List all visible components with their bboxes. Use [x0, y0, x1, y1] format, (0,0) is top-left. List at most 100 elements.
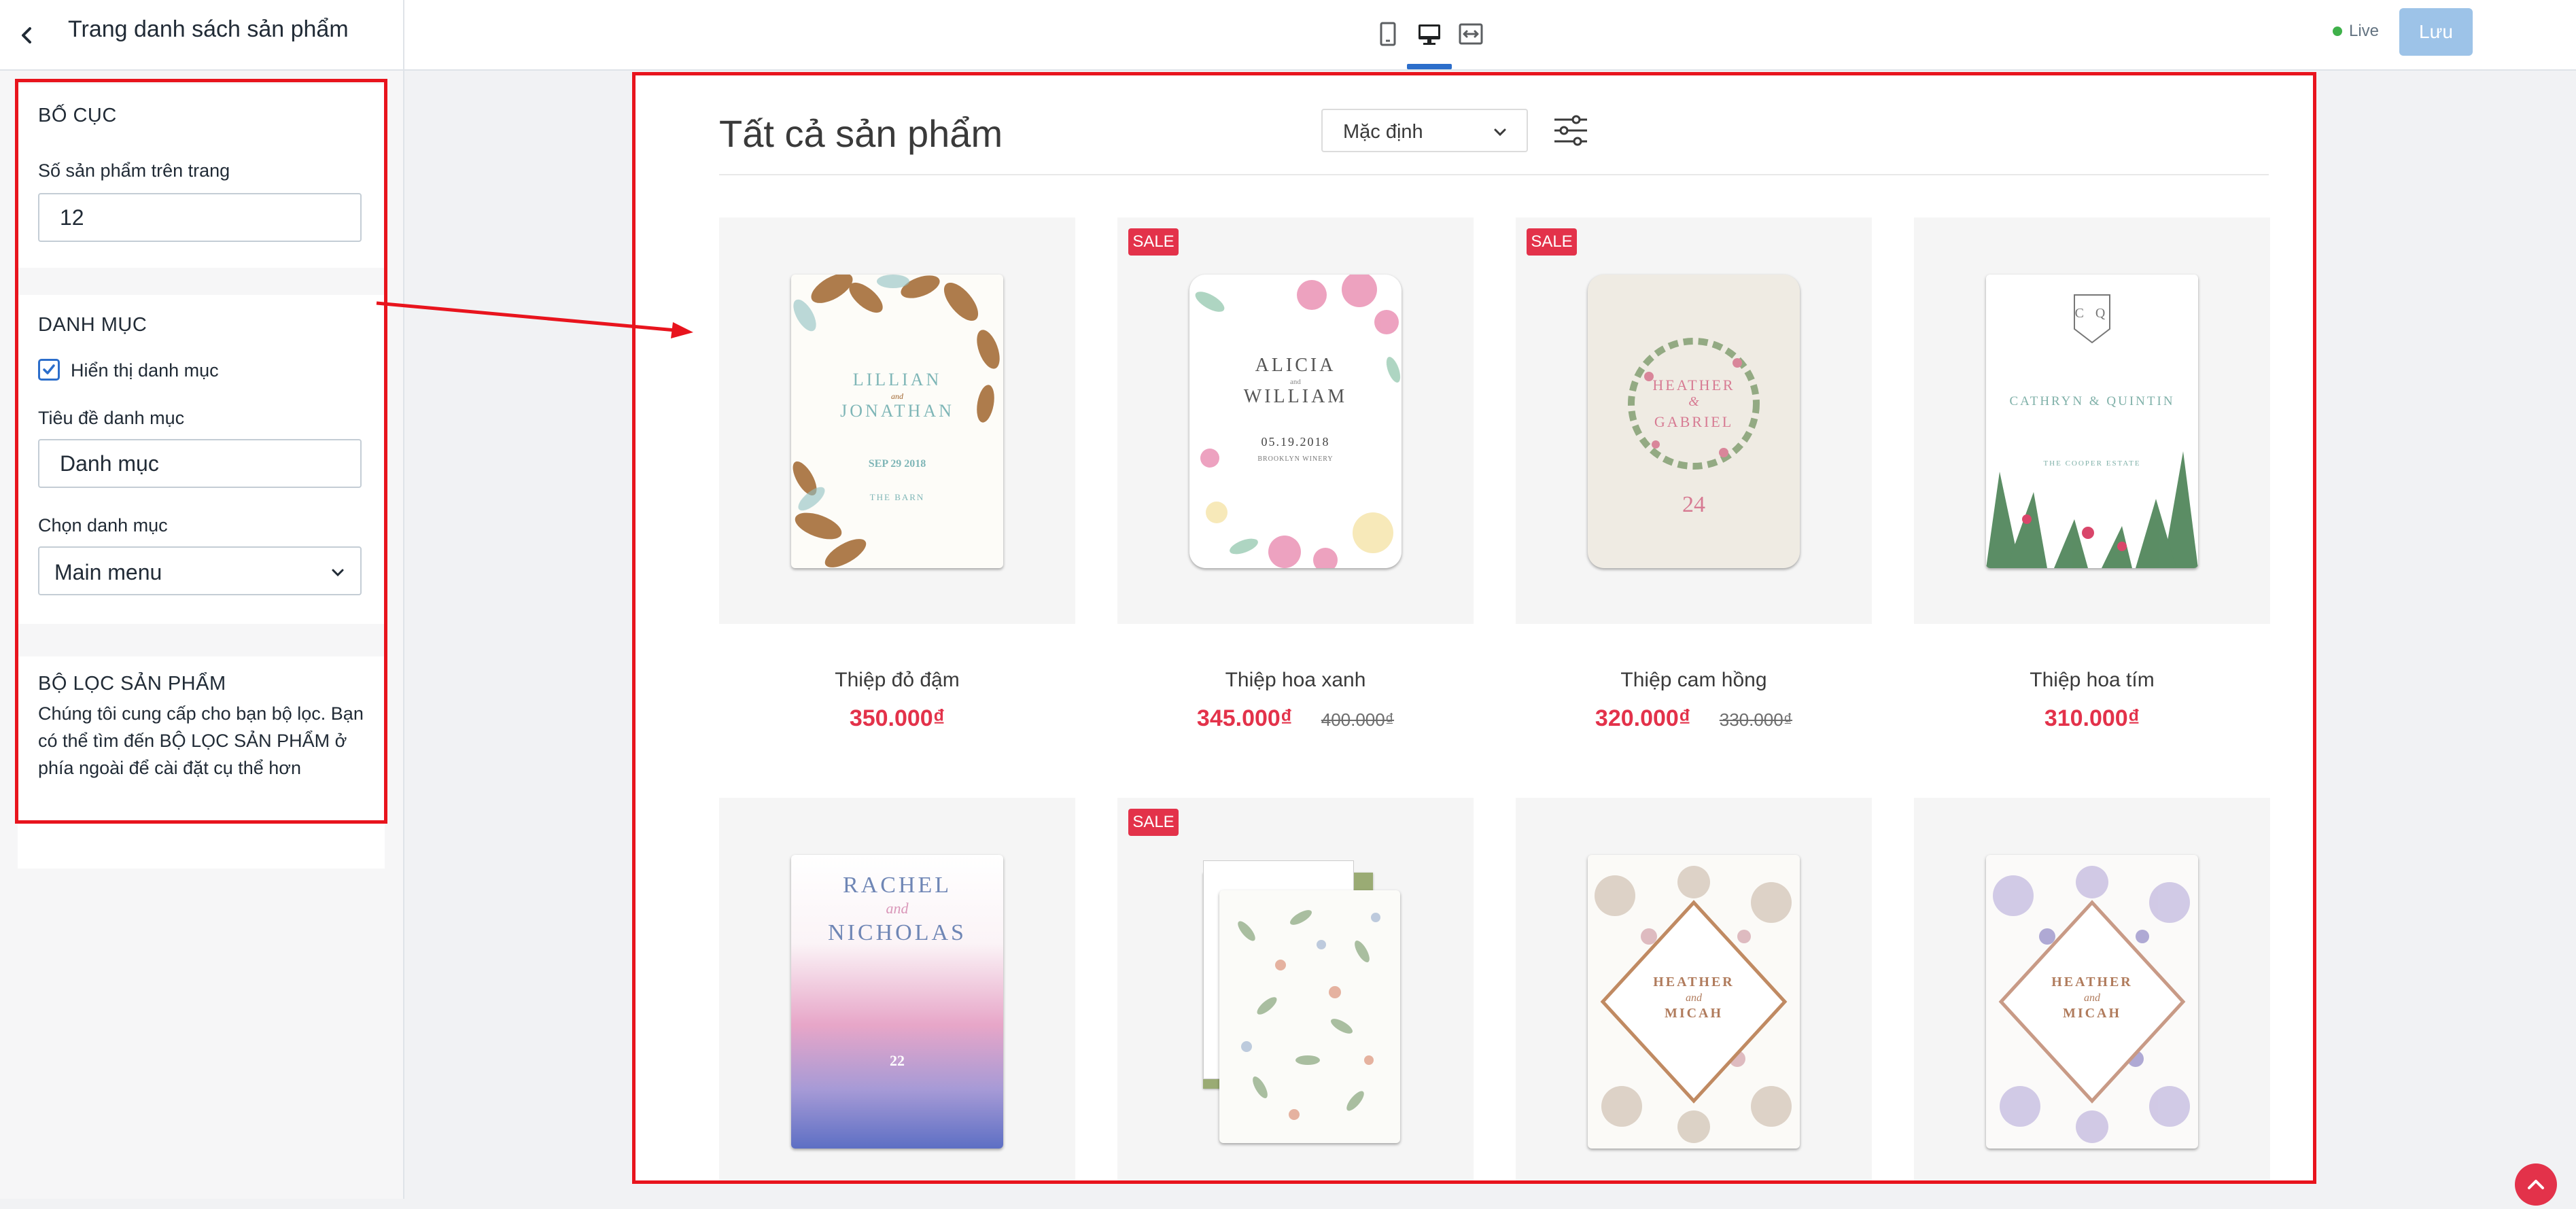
category-section: DANH MỤC Hiển thị danh mục Tiêu đề danh … [18, 295, 385, 624]
invitation-image [1219, 890, 1400, 1143]
wildflower-decoration [1238, 910, 1380, 1120]
leaf-decoration [793, 275, 1000, 567]
product-compare-price: 400.000₫ [1321, 709, 1395, 730]
product-price-row: 345.000₫ 400.000₫ [1117, 705, 1474, 732]
per-page-input[interactable] [38, 193, 362, 242]
product-price: 350.000₫ [849, 705, 945, 731]
layout-section-title: BỐ CỤC [38, 105, 117, 126]
live-label: Live [2349, 22, 2380, 40]
invite-text: WILLIAM [1243, 386, 1348, 407]
product-card[interactable]: SALE [1117, 798, 1474, 1182]
flower-decoration [1195, 275, 1401, 568]
invite-text: C Q [2074, 306, 2110, 321]
product-card[interactable]: C Q CATHRYN & QUINTIN THE COOPER ESTATE … [1914, 217, 2270, 748]
live-dot-icon [2333, 27, 2342, 36]
filter-section-title: BỘ LỌC SẢN PHẨM [38, 673, 226, 695]
divider [403, 0, 404, 71]
collection-title: Tất cả sản phẩm [719, 112, 1003, 155]
live-status: Live [2333, 22, 2379, 41]
invite-text: and [886, 900, 909, 917]
invite-text: HEATHER [2051, 975, 2133, 989]
product-card[interactable]: LILLIAN and JONATHAN SEP 29 2018 THE BAR… [719, 217, 1075, 748]
mobile-view-button[interactable] [1372, 18, 1404, 50]
invite-text: SEP 29 2018 [868, 458, 926, 470]
invite-text: and [2084, 992, 2100, 1004]
invite-text: JONATHAN [840, 401, 954, 421]
category-menu-value: Main menu [54, 560, 162, 584]
invitation-image: HEATHER & GABRIEL 24 [1588, 275, 1800, 568]
product-price-row: 320.000₫ 330.000₫ [1516, 705, 1872, 732]
category-section-title: DANH MỤC [38, 314, 147, 336]
product-card[interactable]: HEATHER and MICAH [1914, 798, 2270, 1182]
chevron-up-icon [2528, 1180, 2544, 1189]
product-name: Thiệp hoa tím [2030, 669, 2155, 691]
product-price: 345.000₫ [1196, 705, 1293, 731]
sale-badge: SALE [1527, 228, 1577, 256]
product-name: Thiệp cam hồng [1620, 669, 1767, 691]
product-name: Thiệp hoa xanh [1225, 669, 1366, 691]
annotation-arrow-icon [376, 301, 693, 338]
product-card[interactable]: HEATHER and MICAH [1516, 798, 1872, 1182]
desktop-view-button[interactable] [1413, 18, 1446, 50]
product-card[interactable]: RACHEL and NICHOLAS 22 [719, 798, 1075, 1182]
product-image: C Q CATHRYN & QUINTIN THE COOPER ESTATE [1914, 217, 2270, 624]
invitation-image: LILLIAN and JONATHAN SEP 29 2018 THE BAR… [791, 275, 1003, 568]
product-image: ALICIA and WILLIAM 05.19.2018 BROOKLYN W… [1117, 217, 1474, 624]
invitation-image: RACHEL and NICHOLAS 22 [791, 855, 1003, 1149]
product-price: 310.000₫ [2044, 705, 2140, 731]
invitation-image: HEATHER and MICAH [1986, 855, 2198, 1149]
invite-text: 24 [1682, 492, 1705, 517]
show-category-label: Hiển thị danh mục [71, 360, 219, 381]
invite-text: and [1290, 378, 1301, 386]
category-heading-label: Tiêu đề danh mục [38, 408, 185, 428]
title-divider [719, 174, 2269, 175]
product-image: RACHEL and NICHOLAS 22 [719, 798, 1075, 1182]
checkmark-icon [43, 364, 55, 374]
invite-text: & [1688, 394, 1699, 409]
invite-text: ALICIA [1255, 355, 1336, 376]
product-price-row: 350.000₫ [719, 705, 1075, 732]
invite-text: THE COOPER ESTATE [2043, 459, 2141, 468]
show-category-checkbox[interactable] [38, 359, 60, 381]
per-page-label: Số sản phẩm trên trang [38, 160, 230, 181]
invite-text: MICAH [2062, 1006, 2122, 1021]
category-menu-select[interactable]: Main menu [38, 546, 362, 595]
back-button[interactable] [12, 20, 42, 50]
active-device-indicator [1407, 64, 1452, 69]
sale-badge: SALE [1128, 809, 1179, 836]
filter-description: Chúng tôi cung cấp cho bạn bộ lọc. Bạn c… [38, 703, 364, 778]
chevron-down-icon [1494, 128, 1506, 137]
invite-text: and [891, 391, 903, 401]
invite-text: RACHEL [843, 873, 952, 898]
sale-badge: SALE [1128, 228, 1179, 256]
chevron-down-icon [332, 569, 344, 577]
sort-select[interactable]: Mặc định [1321, 109, 1528, 152]
product-compare-price: 330.000₫ [1719, 709, 1793, 730]
invite-text: GABRIEL [1654, 413, 1734, 430]
invite-text: NICHOLAS [828, 920, 967, 945]
sliders-icon [1554, 115, 1587, 146]
filter-section: BỘ LỌC SẢN PHẨM Chúng tôi cung cấp cho b… [18, 656, 385, 869]
save-button[interactable]: Lưu [2399, 8, 2473, 56]
product-price: 320.000₫ [1595, 705, 1691, 731]
full-width-view-button[interactable] [1455, 18, 1487, 50]
product-card[interactable]: HEATHER & GABRIEL 24 SALE Thiệp cam hồng… [1516, 217, 1872, 748]
product-name: Thiệp đỏ đậm [835, 669, 960, 691]
category-heading-input[interactable] [38, 439, 362, 488]
filter-button[interactable] [1552, 111, 1590, 150]
invite-text: 22 [890, 1052, 905, 1069]
page-name: Trang danh sách sản phẩm [68, 16, 349, 42]
invitation-image: ALICIA and WILLIAM 05.19.2018 BROOKLYN W… [1189, 275, 1402, 568]
invite-text: LILLIAN [852, 370, 942, 389]
product-image: HEATHER and MICAH [1516, 798, 1872, 1182]
storefront-preview: Tất cả sản phẩm Mặc định LILLIAN and JON… [633, 73, 2316, 1182]
invite-text: MICAH [1664, 1006, 1724, 1021]
category-menu-label: Chọn danh mục [38, 515, 168, 536]
product-image: HEATHER and MICAH [1914, 798, 2270, 1182]
scroll-to-top-button[interactable] [2515, 1163, 2557, 1206]
chevron-left-icon [22, 27, 31, 43]
sort-value: Mặc định [1343, 121, 1423, 143]
desktop-icon [1418, 24, 1440, 45]
invite-text: 05.19.2018 [1261, 435, 1330, 449]
product-card[interactable]: ALICIA and WILLIAM 05.19.2018 BROOKLYN W… [1117, 217, 1474, 748]
